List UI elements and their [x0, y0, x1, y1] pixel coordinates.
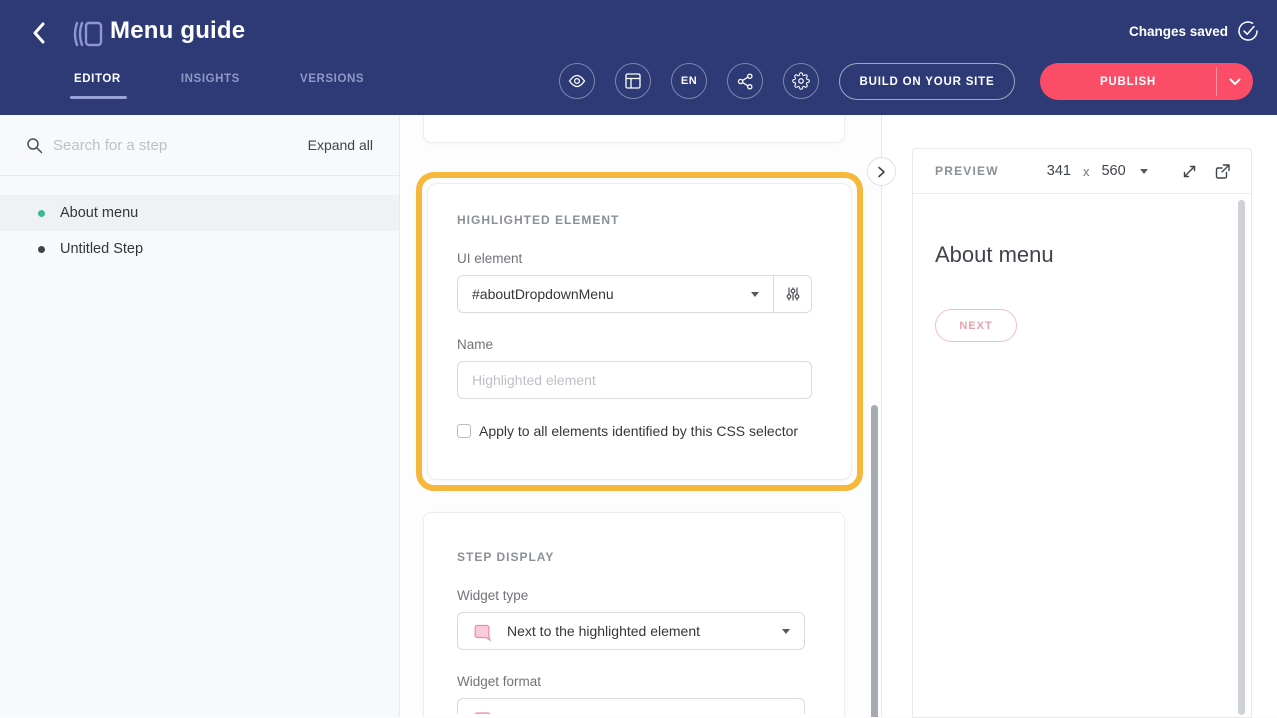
expand-icon [1181, 163, 1198, 180]
step-status-bullet [38, 246, 45, 253]
step-search-input[interactable] [53, 137, 308, 154]
step-item-about-menu[interactable]: About menu [0, 195, 399, 231]
step-editor-pane: HIGHLIGHTED ELEMENT UI element #aboutDro… [401, 115, 881, 717]
step-list: About menu Untitled Step [0, 195, 399, 267]
settings-button[interactable] [783, 63, 819, 99]
save-status: Changes saved [1129, 20, 1259, 42]
preview-title: PREVIEW [935, 164, 999, 178]
language-button[interactable]: EN [671, 63, 707, 99]
chevron-down-icon [1140, 169, 1148, 174]
preview-header: PREVIEW 341 x 560 [913, 149, 1251, 194]
tab-versions[interactable]: VERSIONS [300, 73, 364, 99]
step-display-card: STEP DISPLAY Widget type Next to the hig… [423, 512, 845, 717]
apply-all-checkbox[interactable] [457, 424, 471, 438]
ui-element-select[interactable]: #aboutDropdownMenu [457, 275, 774, 313]
step-status-bullet [38, 210, 45, 217]
header-tabs: EDITOR INSIGHTS VERSIONS [74, 73, 364, 99]
previous-settings-card [423, 115, 845, 143]
name-label: Name [457, 337, 812, 352]
language-label: EN [681, 75, 697, 87]
expand-all-link[interactable]: Expand all [308, 137, 373, 153]
collapse-preview-button[interactable] [867, 157, 896, 186]
eye-icon [568, 72, 586, 90]
save-status-label: Changes saved [1129, 24, 1228, 39]
preview-eye-button[interactable] [559, 63, 595, 99]
highlighted-element-card: HIGHLIGHTED ELEMENT UI element #aboutDro… [427, 183, 852, 480]
widget-format-icon [472, 709, 493, 714]
chevron-right-icon [877, 166, 886, 178]
section-title: HIGHLIGHTED ELEMENT [457, 213, 812, 227]
step-item-label: Untitled Step [60, 241, 143, 257]
publish-dropdown-button[interactable] [1217, 63, 1253, 100]
sliders-icon [785, 286, 801, 302]
chevron-down-icon [1229, 78, 1241, 86]
ui-element-label: UI element [457, 251, 812, 266]
viewport-width-value: 341 [1047, 163, 1071, 179]
ui-element-field: #aboutDropdownMenu [457, 275, 812, 313]
step-item-label: About menu [60, 205, 138, 221]
build-on-your-site-button[interactable]: BUILD ON YOUR SITE [839, 63, 1015, 100]
share-button[interactable] [727, 63, 763, 99]
viewport-height-value: 560 [1101, 163, 1125, 179]
widget-type-label: Widget type [457, 588, 805, 603]
gear-icon [792, 72, 810, 90]
section-title: STEP DISPLAY [457, 550, 805, 564]
apply-all-label: Apply to all elements identified by this… [479, 423, 798, 439]
apply-all-option[interactable]: Apply to all elements identified by this… [457, 423, 812, 439]
back-button[interactable] [24, 18, 54, 48]
widget-type-select[interactable]: Next to the highlighted element [457, 612, 805, 650]
selector-settings-button[interactable] [774, 275, 812, 313]
ui-element-value: #aboutDropdownMenu [472, 286, 614, 302]
tab-editor[interactable]: EDITOR [74, 73, 121, 99]
next-button[interactable]: NEXT [935, 309, 1017, 342]
fullscreen-button[interactable] [1181, 163, 1198, 180]
publish-button[interactable]: PUBLISH [1040, 63, 1216, 100]
widget-type-value: Next to the highlighted element [507, 623, 700, 639]
share-icon [737, 73, 754, 90]
preview-actions [1181, 163, 1231, 180]
step-item-untitled-step[interactable]: Untitled Step [0, 231, 399, 267]
preview-step-title: About menu [935, 242, 1251, 268]
step-search-row: Expand all [0, 115, 399, 176]
editor-scrollbar[interactable] [871, 405, 878, 717]
open-in-new-window-button[interactable] [1214, 163, 1231, 180]
name-input[interactable] [457, 361, 812, 399]
viewport-size-select[interactable]: 341 x 560 [1047, 163, 1148, 179]
tooltip-widget-icon [472, 621, 493, 642]
layout-icon [625, 73, 641, 89]
layout-button[interactable] [615, 63, 651, 99]
external-link-icon [1214, 163, 1231, 180]
guide-logo-icon [69, 16, 105, 52]
preview-scrollbar[interactable] [1238, 200, 1245, 715]
publish-split-button: PUBLISH [1040, 63, 1253, 100]
widget-format-label: Widget format [457, 674, 805, 689]
chevron-left-icon [32, 22, 46, 44]
preview-card: PREVIEW 341 x 560 [912, 148, 1252, 718]
preview-panel: PREVIEW 341 x 560 [881, 115, 1277, 717]
steps-sidebar: Expand all About menu Untitled Step [0, 115, 400, 717]
highlighted-section-outline: HIGHLIGHTED ELEMENT UI element #aboutDro… [416, 172, 863, 491]
size-separator: x [1083, 164, 1090, 179]
search-icon [26, 137, 43, 154]
check-circle-icon [1237, 20, 1259, 42]
page-title: Menu guide [110, 17, 245, 45]
widget-format-select[interactable] [457, 698, 805, 714]
chevron-down-icon [751, 292, 759, 297]
chevron-down-icon [782, 629, 790, 634]
tab-insights[interactable]: INSIGHTS [181, 73, 240, 99]
app-header: Menu guide EDITOR INSIGHTS VERSIONS EN [0, 0, 1277, 115]
